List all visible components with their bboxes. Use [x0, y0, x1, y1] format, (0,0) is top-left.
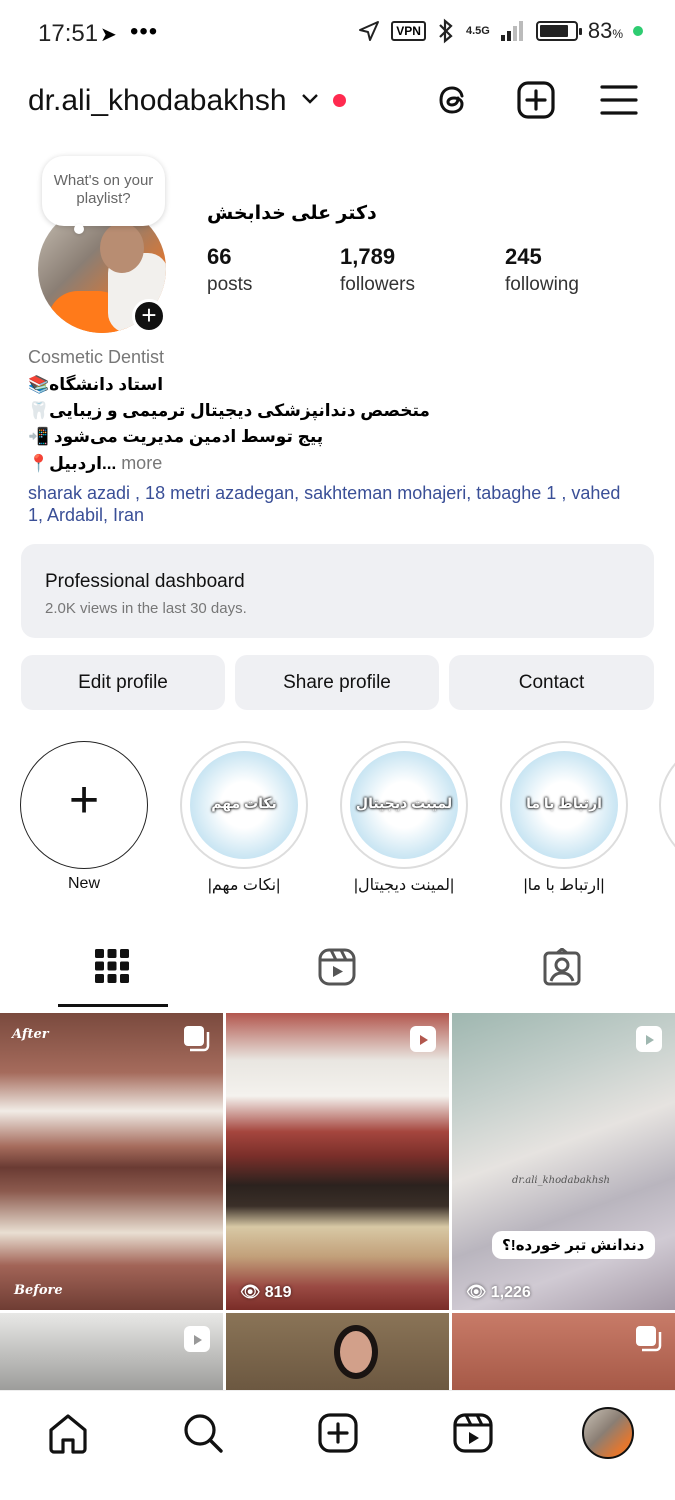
- highlight-cover-text: ارتباط با ما: [526, 795, 602, 811]
- category-label: Cosmetic Dentist: [28, 347, 165, 367]
- stat-label: following: [505, 274, 579, 295]
- location-icon: [359, 21, 380, 41]
- create-post-icon[interactable]: [316, 1411, 360, 1455]
- tab-reels[interactable]: [283, 940, 393, 1008]
- post-thumbnail[interactable]: 👁 819: [226, 1013, 449, 1310]
- view-count-value: 1,226: [490, 1284, 531, 1301]
- bio-line-last: 📍اردبیل... more: [28, 450, 648, 476]
- highlight-label: |ارتباط با ما|: [523, 877, 605, 894]
- stat-number: 245: [505, 244, 542, 269]
- highlight-item-partial[interactable]: [659, 741, 675, 869]
- highlight-cover: لمینت دیجیتال: [340, 741, 468, 869]
- battery-percent: 83%: [587, 18, 623, 43]
- chevron-down-icon[interactable]: [298, 86, 322, 110]
- post-thumbnail[interactable]: [452, 1313, 675, 1390]
- highlight-cover-text: نکات مهم: [211, 795, 277, 811]
- view-count: 👁 819: [240, 1284, 292, 1301]
- post-thumbnail[interactable]: [0, 1313, 223, 1390]
- tagged-icon: [543, 948, 581, 986]
- tab-tagged[interactable]: [508, 940, 618, 1008]
- stat-number: 66: [207, 244, 232, 269]
- post-watermark: dr.ali_khodabakhsh: [512, 1175, 610, 1186]
- stat-posts[interactable]: 66 posts: [207, 244, 252, 296]
- highlight-label: |نکات مهم|: [207, 877, 281, 894]
- reels-icon: [318, 948, 356, 986]
- contact-button[interactable]: Contact: [449, 655, 654, 710]
- active-tab-indicator: [58, 1004, 168, 1007]
- highlight-label: |لمینت دیجیتال|: [353, 877, 455, 894]
- new-highlight[interactable]: + New: [19, 741, 149, 893]
- stat-label: posts: [207, 274, 253, 295]
- view-count: 👁 1,226: [466, 1284, 531, 1301]
- bio-line: 📍اردبیل...: [28, 454, 117, 473]
- signal-icon: [500, 21, 523, 41]
- stat-label: followers: [340, 274, 415, 295]
- post-tag-after: After: [12, 1027, 49, 1042]
- create-icon[interactable]: [516, 80, 556, 120]
- share-profile-button[interactable]: Share profile: [235, 655, 439, 710]
- post-grid: After Before 👁 819 dr.ali_khodabakhsh دن…: [0, 1013, 675, 1390]
- highlight-label: New: [67, 875, 100, 892]
- highlight-item[interactable]: نکات مهم |نکات مهم|: [179, 741, 309, 895]
- bottom-nav: [0, 1390, 675, 1500]
- display-name: دکتر علی خدابخش: [207, 203, 377, 224]
- view-count-value: 819: [264, 1284, 292, 1301]
- threads-icon[interactable]: [434, 80, 474, 120]
- add-story-icon[interactable]: +: [132, 299, 166, 333]
- note-bubble[interactable]: What's on your playlist?: [42, 156, 165, 234]
- stat-number: 1,789: [340, 244, 396, 269]
- bio-line: 🦷متخصص دندانپزشکی دیجیتال ترمیمی و زیبای…: [28, 401, 430, 420]
- reel-icon: [184, 1326, 210, 1352]
- profile-nav-avatar[interactable]: [582, 1407, 634, 1459]
- home-icon[interactable]: [46, 1411, 90, 1455]
- professional-dashboard[interactable]: Professional dashboard 2.0K views in the…: [21, 544, 654, 638]
- post-thumbnail[interactable]: dr.ali_khodabakhsh دندانش تبر خورده!؟ 👁 …: [452, 1013, 675, 1310]
- post-overlay-text: دندانش تبر خورده!؟: [492, 1231, 655, 1259]
- grid-icon: [95, 949, 129, 983]
- privacy-indicator: [633, 26, 643, 36]
- network-type: 4.5G: [465, 25, 490, 37]
- highlight-cover-text: لمینت دیجیتال: [355, 795, 453, 811]
- navigation-status-icon: ➤: [100, 24, 117, 46]
- bio: Cosmetic Dentist 📚استاد دانشگاه 🦷متخصص د…: [28, 347, 648, 526]
- carousel-icon: [636, 1326, 662, 1352]
- battery-icon: [535, 21, 582, 41]
- highlight-cover: ارتباط با ما: [500, 741, 628, 869]
- stat-following[interactable]: 245 following: [505, 244, 579, 296]
- dashboard-title: Professional dashboard: [45, 571, 245, 592]
- notification-dot: [333, 94, 346, 107]
- post-person: [334, 1325, 378, 1379]
- menu-icon[interactable]: [599, 80, 639, 120]
- reel-icon: [636, 1026, 662, 1052]
- highlight-item[interactable]: لمینت دیجیتال |لمینت دیجیتال|: [339, 741, 469, 895]
- highlight-item[interactable]: ارتباط با ما |ارتباط با ما|: [499, 741, 629, 895]
- dashboard-subtitle: 2.0K views in the last 30 days.: [45, 600, 247, 617]
- edit-profile-button[interactable]: Edit profile: [21, 655, 225, 710]
- stat-followers[interactable]: 1,789 followers: [340, 244, 415, 296]
- plus-icon: +: [68, 771, 100, 829]
- highlight-cover: [659, 741, 675, 869]
- address-link[interactable]: sharak azadi , 18 metri azadegan, sakhte…: [28, 482, 628, 526]
- username[interactable]: dr.ali_khodabakhsh: [28, 84, 287, 118]
- carousel-icon: [184, 1026, 210, 1052]
- post-thumbnail[interactable]: [226, 1313, 449, 1390]
- bio-line: 📚استاد دانشگاه: [28, 375, 164, 394]
- profile-header: dr.ali_khodabakhsh: [0, 72, 675, 132]
- reel-icon: [410, 1026, 436, 1052]
- status-bar: 17:51 ➤ ••• VPN 4.5G 83%: [0, 0, 675, 66]
- tab-grid[interactable]: [58, 940, 168, 1008]
- highlight-cover: نکات مهم: [180, 741, 308, 869]
- more-link[interactable]: more: [116, 453, 162, 473]
- profile-tabs: [0, 940, 675, 1010]
- post-tag-before: Before: [14, 1283, 63, 1298]
- bluetooth-icon: [439, 18, 453, 44]
- vpn-badge: VPN: [391, 21, 426, 41]
- search-icon[interactable]: [181, 1411, 225, 1455]
- new-highlight-circle: +: [20, 741, 148, 869]
- post-thumbnail[interactable]: After Before: [0, 1013, 223, 1310]
- bio-line: 📲 پیج توسط ادمین مدیریت می‌شود: [28, 427, 324, 446]
- more-notifications-icon: •••: [130, 18, 159, 45]
- status-time: 17:51: [38, 20, 99, 47]
- reels-nav-icon[interactable]: [451, 1411, 495, 1455]
